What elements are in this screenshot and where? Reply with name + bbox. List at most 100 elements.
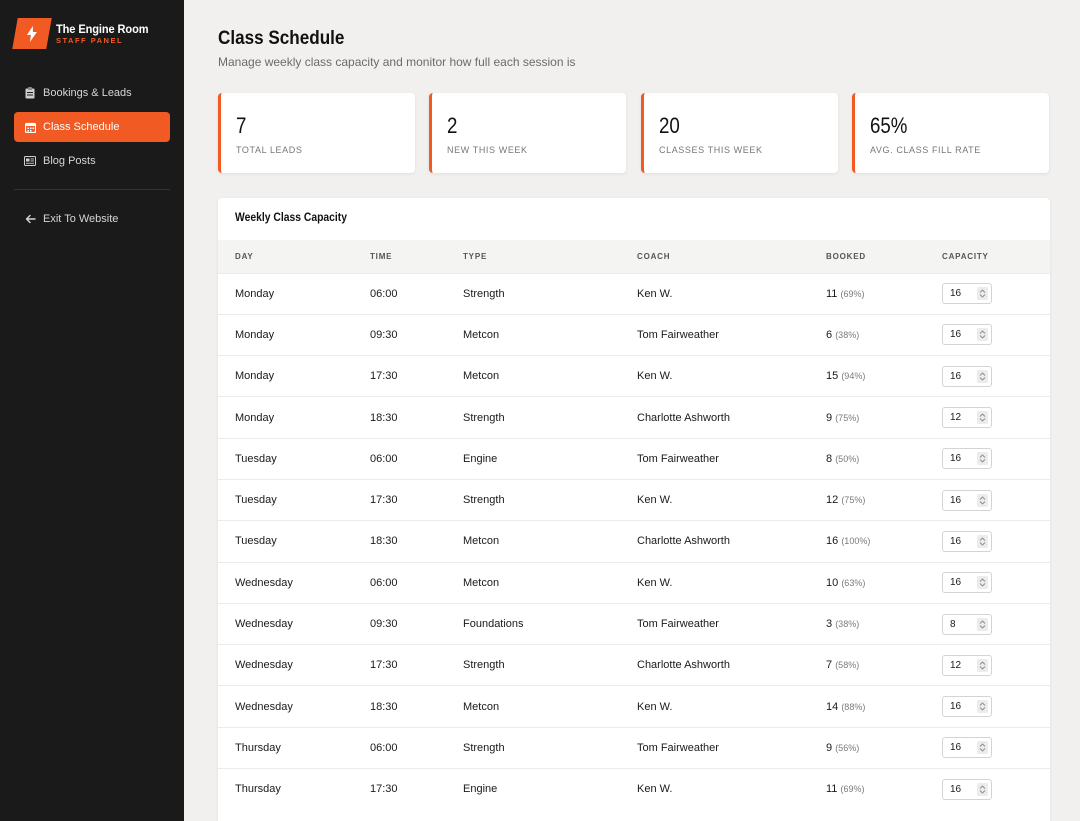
cell-day: Thursday [235, 741, 281, 754]
booked-percent: (69%) [840, 288, 865, 299]
cell-coach: Charlotte Ashworth [637, 411, 730, 424]
exit-to-website-link[interactable]: Exit To Website [14, 204, 170, 234]
brand-title: The Engine Room [56, 21, 149, 36]
brand[interactable]: The Engine Room STAFF PANEL [12, 18, 157, 49]
spinner-arrows-icon[interactable] [977, 700, 988, 714]
weekly-capacity-panel: Weekly Class Capacity DAY TIME TYPE COAC… [218, 198, 1050, 821]
cell-type: Engine [463, 783, 498, 796]
capacity-stepper[interactable]: 16 [942, 778, 992, 800]
spinner-arrows-icon[interactable] [977, 534, 988, 548]
capacity-stepper[interactable]: 12 [942, 407, 992, 429]
booked-count: 9 [826, 411, 833, 424]
cell-capacity: 16 [925, 356, 1050, 397]
cell-capacity: 16 [925, 727, 1050, 768]
stat-value: 7 [236, 113, 247, 138]
table-row: Thursday 06:00 Strength Tom Fairweather 9 (5… [218, 727, 1050, 768]
capacity-value: 16 [950, 288, 962, 300]
cell-capacity: 12 [925, 645, 1050, 686]
capacity-stepper[interactable]: 16 [942, 365, 992, 387]
spinner-arrows-icon[interactable] [977, 287, 988, 301]
booked-count: 9 [826, 741, 833, 754]
capacity-stepper[interactable]: 16 [942, 530, 992, 552]
spinner-arrows-icon[interactable] [977, 493, 988, 507]
stat-card-new-this-week: 2 NEW THIS WEEK [429, 93, 626, 173]
spinner-arrows-icon[interactable] [977, 452, 988, 466]
spinner-arrows-icon[interactable] [977, 782, 988, 796]
capacity-stepper[interactable]: 8 [942, 613, 992, 635]
booked-count: 12 [826, 494, 839, 507]
table-row: Tuesday 17:30 Strength Ken W. 12 (75%) 16 [218, 479, 1050, 520]
booked-percent: (58%) [835, 660, 860, 671]
spinner-arrows-icon[interactable] [977, 369, 988, 383]
spinner-arrows-icon[interactable] [977, 741, 988, 755]
cell-time: 06:00 [370, 741, 398, 754]
cell-type: Foundations [463, 618, 524, 631]
table-row: Wednesday 09:30 Foundations Tom Fairweather… [218, 603, 1050, 644]
stat-label: CLASSES THIS WEEK [659, 145, 763, 155]
booked-count: 11 [826, 783, 838, 796]
booked-percent: (50%) [835, 453, 860, 464]
clipboard-icon [24, 87, 36, 99]
booked-count: 14 [826, 700, 839, 713]
cell-day: Tuesday [235, 535, 277, 548]
cell-day: Thursday [235, 783, 281, 796]
capacity-value: 16 [950, 329, 962, 341]
stat-label: NEW THIS WEEK [447, 145, 528, 155]
cell-time: 06:00 [370, 452, 398, 465]
cell-day: Monday [235, 370, 275, 383]
stat-card-avg-fill-rate: 65% AVG. CLASS FILL RATE [852, 93, 1049, 173]
arrow-left-icon [24, 213, 36, 225]
booked-percent: (38%) [835, 329, 860, 340]
capacity-stepper[interactable]: 16 [942, 283, 992, 305]
stat-card-classes-this-week: 20 CLASSES THIS WEEK [641, 93, 838, 173]
booked-percent: (63%) [841, 577, 866, 588]
cell-type: Metcon [463, 370, 500, 383]
capacity-stepper[interactable]: 16 [942, 324, 992, 346]
cell-booked: 14 (88%) [809, 686, 925, 727]
stat-label: TOTAL LEADS [236, 145, 303, 155]
cell-type: Strength [463, 741, 505, 754]
cell-booked: 11 (69%) [809, 769, 925, 810]
newspaper-icon [24, 155, 36, 167]
booked-percent: (38%) [835, 619, 860, 630]
cell-booked: 8 (50%) [809, 438, 925, 479]
spinner-arrows-icon[interactable] [977, 576, 988, 590]
cell-day: Wednesday [235, 618, 293, 631]
capacity-stepper[interactable]: 16 [942, 737, 992, 759]
capacity-stepper[interactable]: 16 [942, 572, 992, 594]
table-row: Wednesday 17:30 Strength Charlotte Ashworth… [218, 644, 1050, 686]
table-header-row: DAY TIME TYPE COACH BOOKED CAPACITY [218, 240, 1050, 273]
cell-time: 06:00 [370, 576, 398, 589]
column-header-day: DAY [235, 251, 254, 261]
capacity-value: 8 [950, 618, 956, 630]
cell-coach: Charlotte Ashworth [637, 535, 730, 548]
cell-capacity: 16 [925, 686, 1050, 727]
cell-time: 17:30 [370, 783, 398, 796]
spinner-arrows-icon[interactable] [977, 411, 988, 425]
cell-capacity: 8 [925, 603, 1050, 644]
capacity-stepper[interactable]: 12 [942, 654, 992, 676]
sidebar-item-blog-posts[interactable]: Blog Posts [14, 146, 170, 176]
stat-value: 20 [659, 113, 680, 138]
cell-coach: Charlotte Ashworth [637, 659, 730, 672]
booked-count: 3 [826, 618, 833, 631]
booked-count: 6 [826, 328, 833, 341]
spinner-arrows-icon[interactable] [977, 658, 988, 672]
cell-booked: 10 (63%) [809, 562, 925, 603]
sidebar-item-class-schedule[interactable]: Class Schedule [14, 112, 170, 142]
exit-label: Exit To Website [43, 213, 119, 225]
spinner-arrows-icon[interactable] [977, 328, 988, 342]
booked-percent: (69%) [840, 784, 865, 795]
cell-capacity: 16 [925, 438, 1050, 479]
capacity-stepper[interactable]: 16 [942, 448, 992, 470]
panel-title: Weekly Class Capacity [235, 212, 348, 224]
cell-type: Metcon [463, 535, 500, 548]
cell-type: Strength [463, 659, 505, 672]
spinner-arrows-icon[interactable] [977, 617, 988, 631]
capacity-stepper[interactable]: 16 [942, 489, 992, 511]
capacity-value: 12 [950, 659, 962, 671]
booked-percent: (100%) [841, 536, 871, 547]
sidebar-item-bookings-leads[interactable]: Bookings & Leads [14, 78, 170, 108]
capacity-stepper[interactable]: 16 [942, 696, 992, 718]
cell-time: 17:30 [370, 659, 398, 672]
